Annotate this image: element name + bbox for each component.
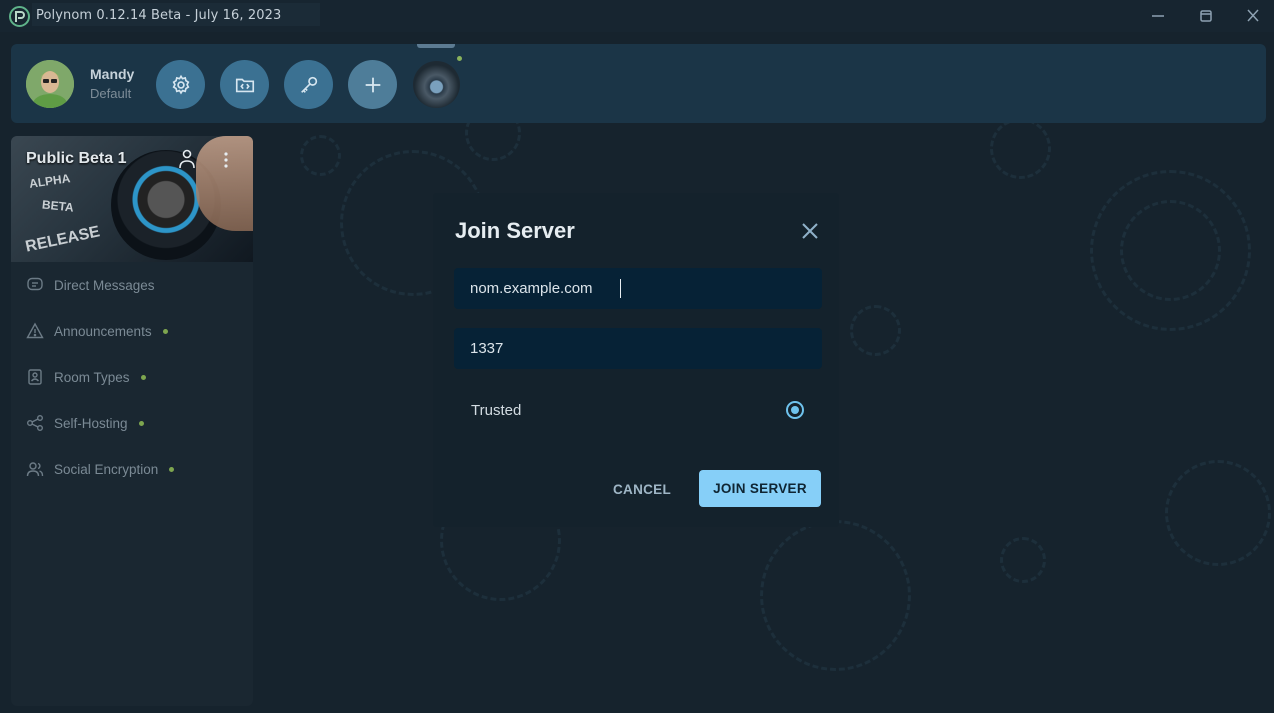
unread-dot	[138, 420, 144, 426]
channel-self-hosting[interactable]: Self-Hosting	[26, 413, 144, 433]
channel-social-encryption[interactable]: Social Encryption	[26, 459, 175, 479]
active-server-indicator	[417, 44, 455, 48]
window-title: Polynom 0.12.14 Beta - July 16, 2023	[36, 8, 282, 23]
minimize-button[interactable]	[1147, 6, 1169, 26]
app-logo-icon	[9, 6, 30, 27]
maximize-icon	[1200, 10, 1212, 22]
channel-label: Room Types	[54, 369, 130, 385]
user-avatar-icon	[26, 60, 74, 108]
code-folder-button[interactable]	[220, 60, 269, 109]
user-status: Default	[90, 86, 132, 101]
server-sidebar: ALPHA BETA RELEASE Public Beta 1 Direct …	[11, 136, 253, 706]
settings-icon	[172, 74, 189, 95]
settings-button[interactable]	[156, 60, 205, 109]
code-folder-icon	[235, 78, 254, 92]
user-name: Mandy	[90, 66, 135, 82]
channel-label: Social Encryption	[54, 461, 159, 477]
server-icon-public-beta[interactable]	[413, 61, 460, 108]
avatar[interactable]	[26, 60, 74, 108]
add-server-button[interactable]	[348, 60, 397, 109]
server-address-field[interactable]	[454, 268, 822, 309]
close-dialog-icon[interactable]	[799, 220, 821, 242]
unread-dot	[140, 374, 146, 380]
banner-label-alpha: ALPHA	[28, 171, 72, 191]
cancel-button[interactable]: CANCEL	[601, 470, 683, 508]
chat-icon	[27, 277, 43, 291]
trusted-radio-checked-mark	[791, 406, 799, 414]
unread-dot	[162, 328, 168, 334]
banner-label-beta: BETA	[41, 197, 75, 215]
warning-icon	[26, 322, 44, 339]
channel-label: Announcements	[54, 323, 152, 339]
server-menu-icon[interactable]	[223, 151, 229, 169]
channel-label: Self-Hosting	[54, 415, 128, 431]
server-banner: ALPHA BETA RELEASE Public Beta 1	[11, 136, 253, 262]
channel-direct-messages[interactable]: Direct Messages	[26, 275, 155, 295]
channel-announcements[interactable]: Announcements	[26, 321, 168, 341]
server-address-input[interactable]	[454, 268, 822, 309]
join-server-dialog: Join Server Trusted CANCEL JOIN SERVER	[433, 193, 839, 527]
people-icon	[26, 462, 44, 477]
channel-room-types[interactable]: Room Types	[26, 367, 146, 387]
share-icon	[27, 415, 43, 431]
plus-icon	[365, 77, 380, 92]
key-icon	[300, 76, 317, 93]
title-bar: Polynom 0.12.14 Beta - July 16, 2023	[0, 0, 1274, 32]
banner-label-release: RELEASE	[23, 223, 102, 256]
trusted-label: Trusted	[471, 402, 522, 419]
person-icon[interactable]	[178, 149, 196, 169]
close-window-button[interactable]	[1242, 6, 1264, 26]
room-icon	[28, 369, 42, 385]
server-name: Public Beta 1	[26, 150, 127, 167]
text-caret	[620, 279, 621, 298]
minimize-icon	[1152, 15, 1164, 17]
server-online-dot	[457, 56, 462, 61]
close-icon	[1247, 9, 1259, 22]
server-port-field[interactable]	[454, 328, 822, 369]
maximize-button[interactable]	[1195, 6, 1217, 26]
trusted-radio[interactable]	[786, 401, 804, 419]
server-bar: Mandy Default	[11, 44, 1266, 123]
dialog-title: Join Server	[455, 218, 575, 243]
key-button[interactable]	[284, 60, 333, 109]
join-server-button[interactable]: JOIN SERVER	[699, 470, 821, 507]
unread-dot	[169, 466, 175, 472]
channel-label: Direct Messages	[54, 277, 155, 293]
server-port-input[interactable]	[454, 328, 822, 369]
